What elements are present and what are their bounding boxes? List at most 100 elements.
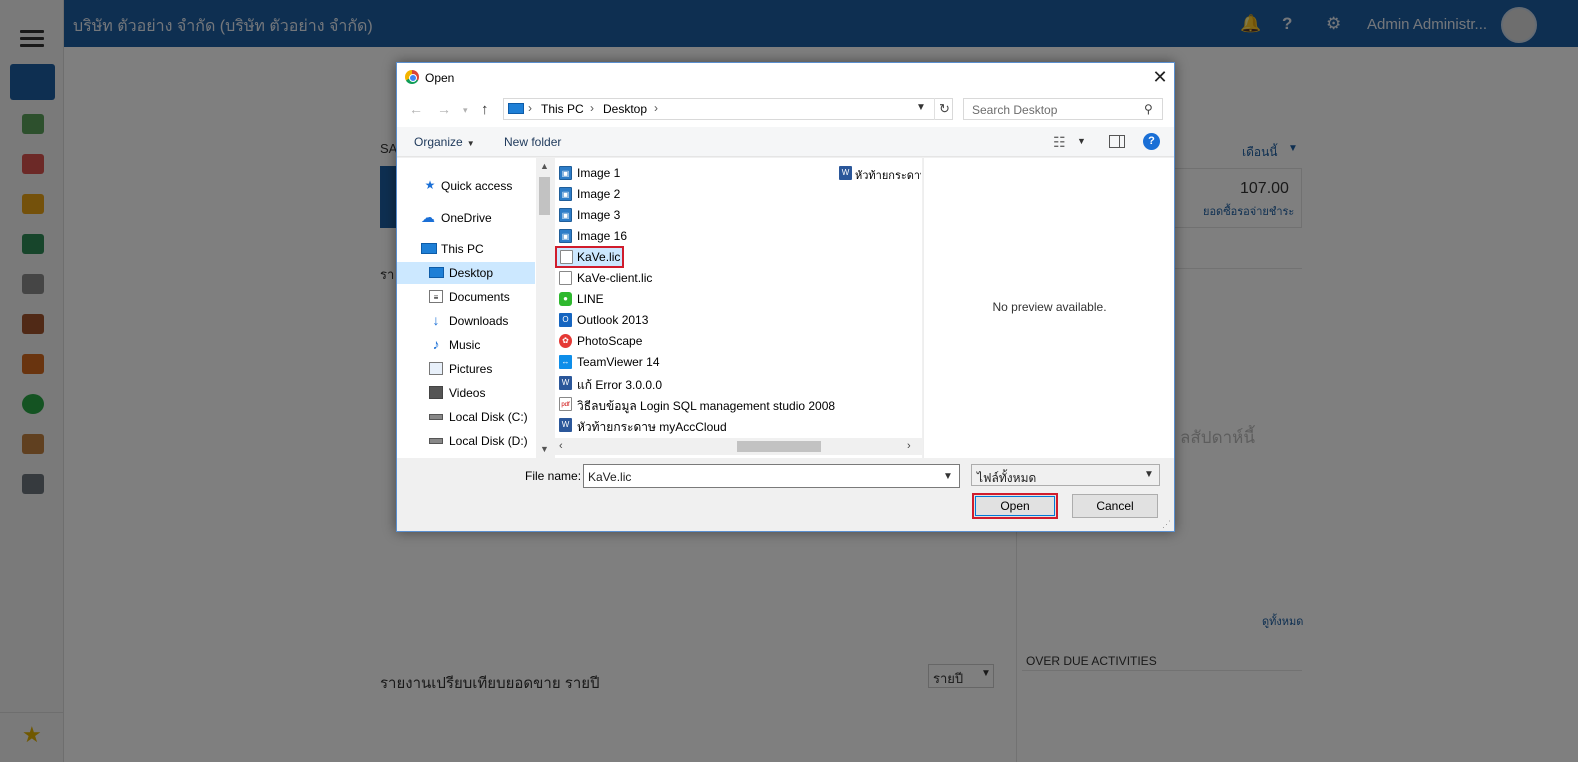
list-item[interactable]: ✿ PhotoScape xyxy=(559,331,679,351)
computer-icon xyxy=(508,103,524,114)
help-circle-icon[interactable]: ? xyxy=(1143,133,1160,150)
organize-button[interactable]: Organize ▼ xyxy=(414,135,475,149)
chevron-down-icon[interactable]: ▼ xyxy=(540,444,549,454)
nav-label: Desktop xyxy=(449,266,494,280)
refresh-icon[interactable]: ↻ xyxy=(934,98,954,120)
file-name: Image 2 xyxy=(577,187,621,201)
file-name-value: KaVe.lic xyxy=(588,470,632,484)
nav-label: Pictures xyxy=(449,362,493,376)
nav-label: Downloads xyxy=(449,314,509,328)
nav-scrollbar[interactable]: ▲ ▼ xyxy=(536,158,553,458)
horizontal-scrollbar[interactable]: ‹ › xyxy=(555,438,922,455)
navigation-pane: ★ Quick access ☁ OneDrive This PC Deskto… xyxy=(397,158,553,458)
list-item[interactable]: W แก้ Error 3.0.0.0 xyxy=(559,373,679,393)
list-item[interactable]: ● LINE xyxy=(559,289,679,309)
list-item[interactable]: W หัวท้ายกระดาษ myAccCloud xyxy=(559,415,739,435)
chevron-right-icon: › xyxy=(590,101,594,115)
list-item[interactable]: W หัวท้ายกระดาษ xyxy=(839,163,921,183)
word-doc-icon: W xyxy=(839,166,852,180)
pdf-file-icon: pdf xyxy=(559,397,572,411)
image-file-icon: ▣ xyxy=(559,229,572,243)
preview-pane: No preview available. xyxy=(923,158,1174,458)
chevron-right-icon[interactable]: › xyxy=(907,440,911,452)
nav-label: Documents xyxy=(449,290,510,304)
chevron-down-icon[interactable]: ▼ xyxy=(943,471,953,482)
recent-locations-icon[interactable]: ▾ xyxy=(463,105,468,116)
search-icon[interactable]: ⚲ xyxy=(1144,102,1153,116)
open-file-dialog: Open ✕ ← → ▾ ↑ › This PC › Desktop › ▼ ↻… xyxy=(396,62,1175,532)
list-item[interactable]: ▣ Image 3 xyxy=(559,205,679,225)
file-list: ▣ Image 1 ▣ Image 2 ▣ Image 3 ▣ Image 16… xyxy=(555,158,922,458)
nav-local-disk-d[interactable]: Local Disk (D:) xyxy=(397,430,535,452)
teamviewer-icon: ↔ xyxy=(559,355,572,369)
chevron-down-icon[interactable]: ▼ xyxy=(916,102,926,113)
word-doc-icon: W xyxy=(559,376,572,390)
image-file-icon: ▣ xyxy=(559,208,572,222)
file-name: วิธีลบข้อมูล Login SQL management studio… xyxy=(577,399,836,413)
close-icon[interactable]: ✕ xyxy=(1149,66,1171,88)
list-item[interactable]: O Outlook 2013 xyxy=(559,310,679,330)
forward-arrow-icon[interactable]: → xyxy=(437,101,451,117)
computer-icon xyxy=(421,243,437,254)
nav-local-disk-c[interactable]: Local Disk (C:) xyxy=(397,406,535,428)
file-name: หัวท้ายกระดาษ myAccCloud xyxy=(577,420,727,434)
breadcrumb-this-pc[interactable]: This PC xyxy=(541,102,584,116)
file-name: LINE xyxy=(577,292,604,306)
preview-message: No preview available. xyxy=(992,300,1107,314)
list-item[interactable]: KaVe-client.lic xyxy=(559,268,699,288)
search-placeholder: Search Desktop xyxy=(972,103,1058,117)
list-item-selected[interactable]: KaVe.lic xyxy=(555,246,624,268)
scroll-thumb[interactable] xyxy=(539,177,550,215)
dialog-titlebar: Open ✕ xyxy=(397,63,1174,93)
nav-label: Music xyxy=(449,338,481,352)
address-row: ← → ▾ ↑ › This PC › Desktop › ▼ ↻ Search… xyxy=(397,93,1174,127)
download-arrow-icon: ↓ xyxy=(432,312,440,328)
file-name-input[interactable]: KaVe.lic ▼ xyxy=(583,464,960,488)
pictures-icon xyxy=(429,362,443,375)
file-type-value: ไฟล์ทั้งหมด xyxy=(977,471,1037,485)
nav-videos[interactable]: Videos xyxy=(397,382,535,404)
chevron-left-icon[interactable]: ‹ xyxy=(559,440,563,452)
file-type-select[interactable]: ไฟล์ทั้งหมด ▼ xyxy=(971,464,1160,486)
new-folder-button[interactable]: New folder xyxy=(504,135,561,149)
preview-pane-icon[interactable] xyxy=(1109,135,1125,148)
view-options-icon[interactable]: ☷ xyxy=(1053,134,1066,151)
nav-downloads[interactable]: ↓ Downloads xyxy=(397,310,535,332)
up-arrow-icon[interactable]: ↑ xyxy=(481,101,489,118)
chevron-up-icon[interactable]: ▲ xyxy=(540,161,549,171)
image-file-icon: ▣ xyxy=(559,187,572,201)
nav-desktop[interactable]: Desktop xyxy=(397,262,535,284)
file-name: Image 3 xyxy=(577,208,621,222)
scroll-thumb[interactable] xyxy=(737,441,821,452)
blank-file-icon xyxy=(559,271,572,285)
list-item[interactable]: ↔ TeamViewer 14 xyxy=(559,352,679,372)
list-item[interactable]: ▣ Image 1 xyxy=(559,163,679,183)
file-name: Image 16 xyxy=(577,229,628,243)
list-item[interactable]: ▣ Image 2 xyxy=(559,184,679,204)
back-arrow-icon[interactable]: ← xyxy=(409,101,423,117)
nav-this-pc[interactable]: This PC xyxy=(397,238,535,260)
nav-label: Quick access xyxy=(441,179,513,193)
nav-label: Local Disk (D:) xyxy=(449,434,528,448)
search-input[interactable]: Search Desktop ⚲ xyxy=(963,98,1163,120)
cancel-button[interactable]: Cancel xyxy=(1072,494,1158,518)
nav-music[interactable]: ♪ Music xyxy=(397,334,535,356)
resize-grip-icon[interactable]: ⋰ xyxy=(1162,519,1171,530)
nav-onedrive[interactable]: ☁ OneDrive xyxy=(397,207,535,229)
breadcrumb-desktop[interactable]: Desktop xyxy=(603,102,647,116)
outlook-icon: O xyxy=(559,313,572,327)
list-item[interactable]: pdf วิธีลบข้อมูล Login SQL management st… xyxy=(559,394,839,414)
file-name: แก้ Error 3.0.0.0 xyxy=(577,378,663,392)
dialog-title: Open xyxy=(425,71,455,85)
chevron-down-icon[interactable]: ▼ xyxy=(1077,136,1086,146)
chevron-right-icon: › xyxy=(528,101,532,115)
chevron-down-icon: ▼ xyxy=(466,139,475,148)
open-button[interactable]: Open xyxy=(972,493,1058,519)
nav-pictures[interactable]: Pictures xyxy=(397,358,535,380)
address-bar[interactable]: › This PC › Desktop › ▼ ↻ xyxy=(503,98,953,120)
nav-documents[interactable]: ≡ Documents xyxy=(397,286,535,308)
nav-label: OneDrive xyxy=(441,211,492,225)
nav-quick-access[interactable]: ★ Quick access xyxy=(397,175,535,197)
list-item[interactable]: ▣ Image 16 xyxy=(559,226,679,246)
file-name: Outlook 2013 xyxy=(577,313,649,327)
